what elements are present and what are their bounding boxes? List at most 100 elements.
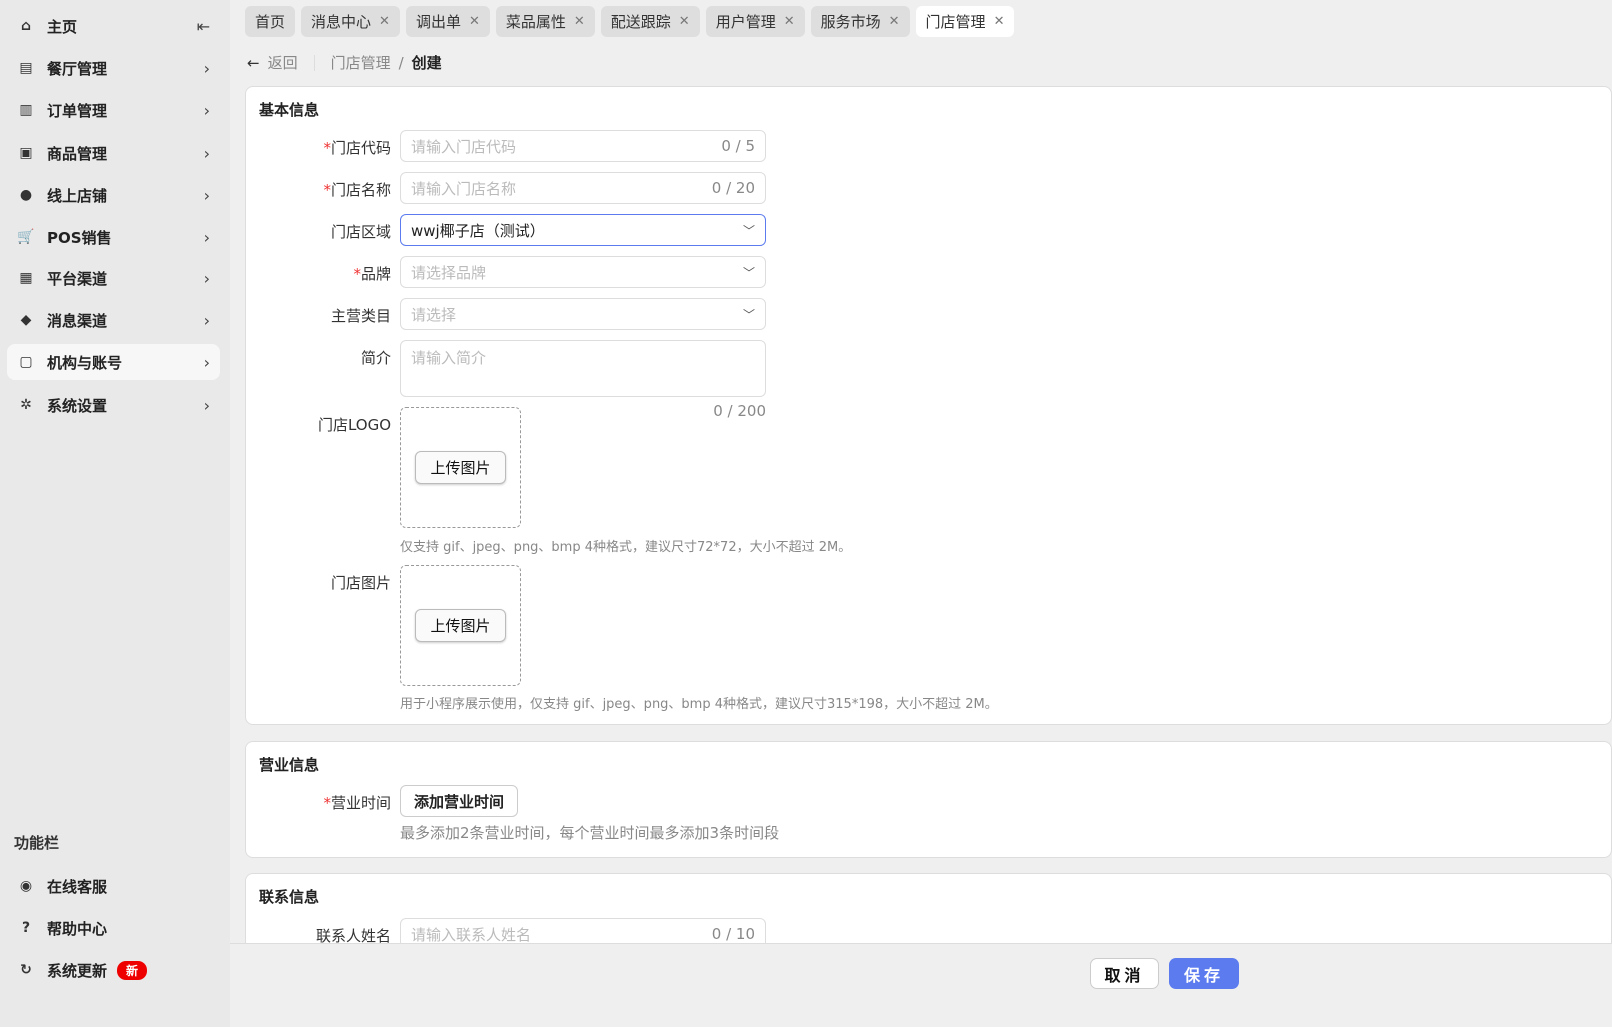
tab-transfer-out[interactable]: 调出单 ✕ — [405, 6, 490, 37]
upload-logo-button[interactable]: 上传图片 — [415, 451, 506, 484]
gear-icon: ✲ — [20, 397, 32, 413]
refresh-icon: ↻ — [20, 962, 32, 978]
chevron-right-icon: › — [203, 352, 210, 372]
footer-actions: 取消 保存 — [230, 943, 1612, 1027]
sidebar-item-label: 系统更新 — [47, 961, 108, 980]
bank-icon: ▦ — [19, 270, 33, 286]
store-region-label: 门店区域 — [330, 223, 391, 241]
store-region-select[interactable]: wwj椰子店（测试） ﹀ — [400, 214, 766, 246]
sidebar-item-settings[interactable]: ✲ 系统设置 › — [7, 387, 220, 423]
save-button[interactable]: 保存 — [1169, 958, 1239, 989]
close-icon[interactable]: ✕ — [784, 14, 795, 29]
help-icon: ? — [21, 920, 31, 936]
globe-icon: ● — [19, 187, 33, 203]
tab-user-management[interactable]: 用户管理 ✕ — [705, 6, 805, 37]
headset-icon: ◉ — [19, 878, 33, 894]
sidebar-item-home[interactable]: ⌂ 主页 ⇤ — [7, 8, 220, 44]
close-icon[interactable]: ✕ — [469, 14, 480, 29]
sidebar-item-label: POS销售 — [47, 228, 112, 247]
store-name-label: *门店名称 — [323, 181, 391, 199]
collapse-left-icon[interactable]: ⇤ — [197, 17, 210, 36]
brand-select[interactable]: 请选择品牌 ﹀ — [400, 256, 766, 288]
main-category-label: 主营类目 — [330, 307, 391, 325]
chevron-right-icon: › — [203, 143, 210, 163]
tab-label: 调出单 — [415, 13, 461, 31]
logo-hint: 仅支持 gif、jpeg、png、bmp 4种格式，建议尺寸72*72，大小不超… — [400, 540, 852, 555]
home-icon: ⌂ — [20, 18, 32, 34]
logo-label: 门店LOGO — [317, 416, 391, 434]
tab-delivery-tracking[interactable]: 配送跟踪 ✕ — [600, 6, 700, 37]
tab-label: 门店管理 — [925, 13, 986, 31]
char-count: 0 / 5 — [721, 137, 755, 155]
chevron-right-icon: › — [203, 227, 210, 247]
close-icon[interactable]: ✕ — [994, 14, 1005, 29]
store-image-upload-area[interactable]: 上传图片 — [400, 565, 521, 686]
intro-label: 简介 — [360, 349, 391, 367]
store-name-input[interactable]: 请输入门店名称 0 / 20 — [400, 172, 766, 204]
sidebar-item-pos[interactable]: 🛒 POS销售 › — [7, 219, 220, 255]
chevron-right-icon: › — [203, 100, 210, 120]
tab-home[interactable]: 首页 — [245, 6, 296, 37]
breadcrumb: ← 返回 门店管理 / 创建 — [247, 52, 442, 73]
back-arrow-icon[interactable]: ← — [247, 54, 260, 72]
chevron-right-icon: › — [203, 185, 210, 205]
intro-textarea[interactable]: 请输入简介 — [400, 340, 766, 397]
function-bar-title: 功能栏 — [14, 834, 60, 852]
intro-char-count: 0 / 200 — [713, 402, 766, 420]
sidebar-item-label: 机构与账号 — [47, 353, 123, 372]
tab-label: 首页 — [255, 13, 286, 31]
tab-bar: 首页 消息中心 ✕ 调出单 ✕ 菜品属性 ✕ 配送跟踪 ✕ 用户管理 ✕ 服务市场 ✕ 门店… — [245, 6, 1015, 37]
tab-store-management[interactable]: 门店管理 ✕ — [915, 6, 1015, 37]
tab-dish-attributes[interactable]: 菜品属性 ✕ — [495, 6, 595, 37]
close-icon[interactable]: ✕ — [574, 14, 585, 29]
online-service[interactable]: ◉ 在线客服 — [7, 868, 220, 904]
breadcrumb-current: 创建 — [411, 54, 442, 72]
section-title: 联系信息 — [259, 888, 320, 906]
shop-icon: ▤ — [19, 60, 33, 76]
section-title: 基本信息 — [259, 101, 320, 119]
business-info-section: 营业信息 *营业时间 添加营业时间 最多添加2条营业时间，每个营业时间最多添加3… — [245, 741, 1612, 858]
id-card-icon: ▢ — [19, 354, 33, 370]
main-category-select[interactable]: 请选择 ﹀ — [400, 298, 766, 330]
upload-store-image-button[interactable]: 上传图片 — [415, 609, 506, 642]
sidebar-item-platform[interactable]: ▦ 平台渠道 › — [7, 260, 220, 296]
chevron-right-icon: › — [203, 310, 210, 330]
store-code-input[interactable]: 请输入门店代码 0 / 5 — [400, 130, 766, 162]
sidebar-item-org-account[interactable]: ▢ 机构与账号 › — [7, 344, 220, 380]
sidebar-item-online-store[interactable]: ● 线上店铺 › — [7, 177, 220, 213]
tab-label: 配送跟踪 — [610, 13, 671, 31]
chevron-down-icon: ﹀ — [742, 265, 755, 280]
cart-icon: 🛒 — [17, 229, 35, 245]
sidebar-item-label: 系统设置 — [47, 396, 108, 415]
close-icon[interactable]: ✕ — [379, 14, 390, 29]
sidebar-item-label: 餐厅管理 — [47, 59, 108, 78]
bag-icon: ▣ — [19, 145, 33, 161]
back-link[interactable]: 返回 — [268, 52, 298, 73]
new-badge: 新 — [117, 960, 148, 980]
tab-service-market[interactable]: 服务市场 ✕ — [810, 6, 910, 37]
tab-messages[interactable]: 消息中心 ✕ — [301, 6, 400, 37]
chevron-right-icon: › — [203, 268, 210, 288]
divider — [313, 54, 315, 71]
tab-label: 用户管理 — [715, 13, 776, 31]
sidebar-item-restaurant[interactable]: ▤ 餐厅管理 › — [7, 50, 220, 86]
order-icon: ▥ — [19, 102, 33, 118]
chat-icon: ◆ — [20, 312, 32, 328]
sidebar-item-orders[interactable]: ▥ 订单管理 › — [7, 92, 220, 128]
section-title: 营业信息 — [259, 756, 320, 774]
cancel-button[interactable]: 取消 — [1090, 958, 1159, 989]
sidebar-item-message[interactable]: ◆ 消息渠道 › — [7, 302, 220, 338]
tab-label: 消息中心 — [311, 13, 372, 31]
store-code-label: *门店代码 — [323, 139, 391, 157]
close-icon[interactable]: ✕ — [889, 14, 900, 29]
add-business-hours-button[interactable]: 添加营业时间 — [400, 785, 519, 817]
logo-upload-area[interactable]: 上传图片 — [400, 407, 521, 528]
store-image-hint: 用于小程序展示使用，仅支持 gif、jpeg、png、bmp 4种格式，建议尺寸… — [400, 697, 998, 712]
help-center[interactable]: ? 帮助中心 — [7, 910, 220, 946]
close-icon[interactable]: ✕ — [679, 14, 690, 29]
breadcrumb-parent[interactable]: 门店管理 — [331, 52, 391, 73]
brand-label: *品牌 — [353, 265, 391, 283]
business-hours-label: *营业时间 — [323, 794, 391, 812]
system-update[interactable]: ↻ 系统更新新 — [7, 952, 220, 988]
sidebar-item-goods[interactable]: ▣ 商品管理 › — [7, 135, 220, 171]
